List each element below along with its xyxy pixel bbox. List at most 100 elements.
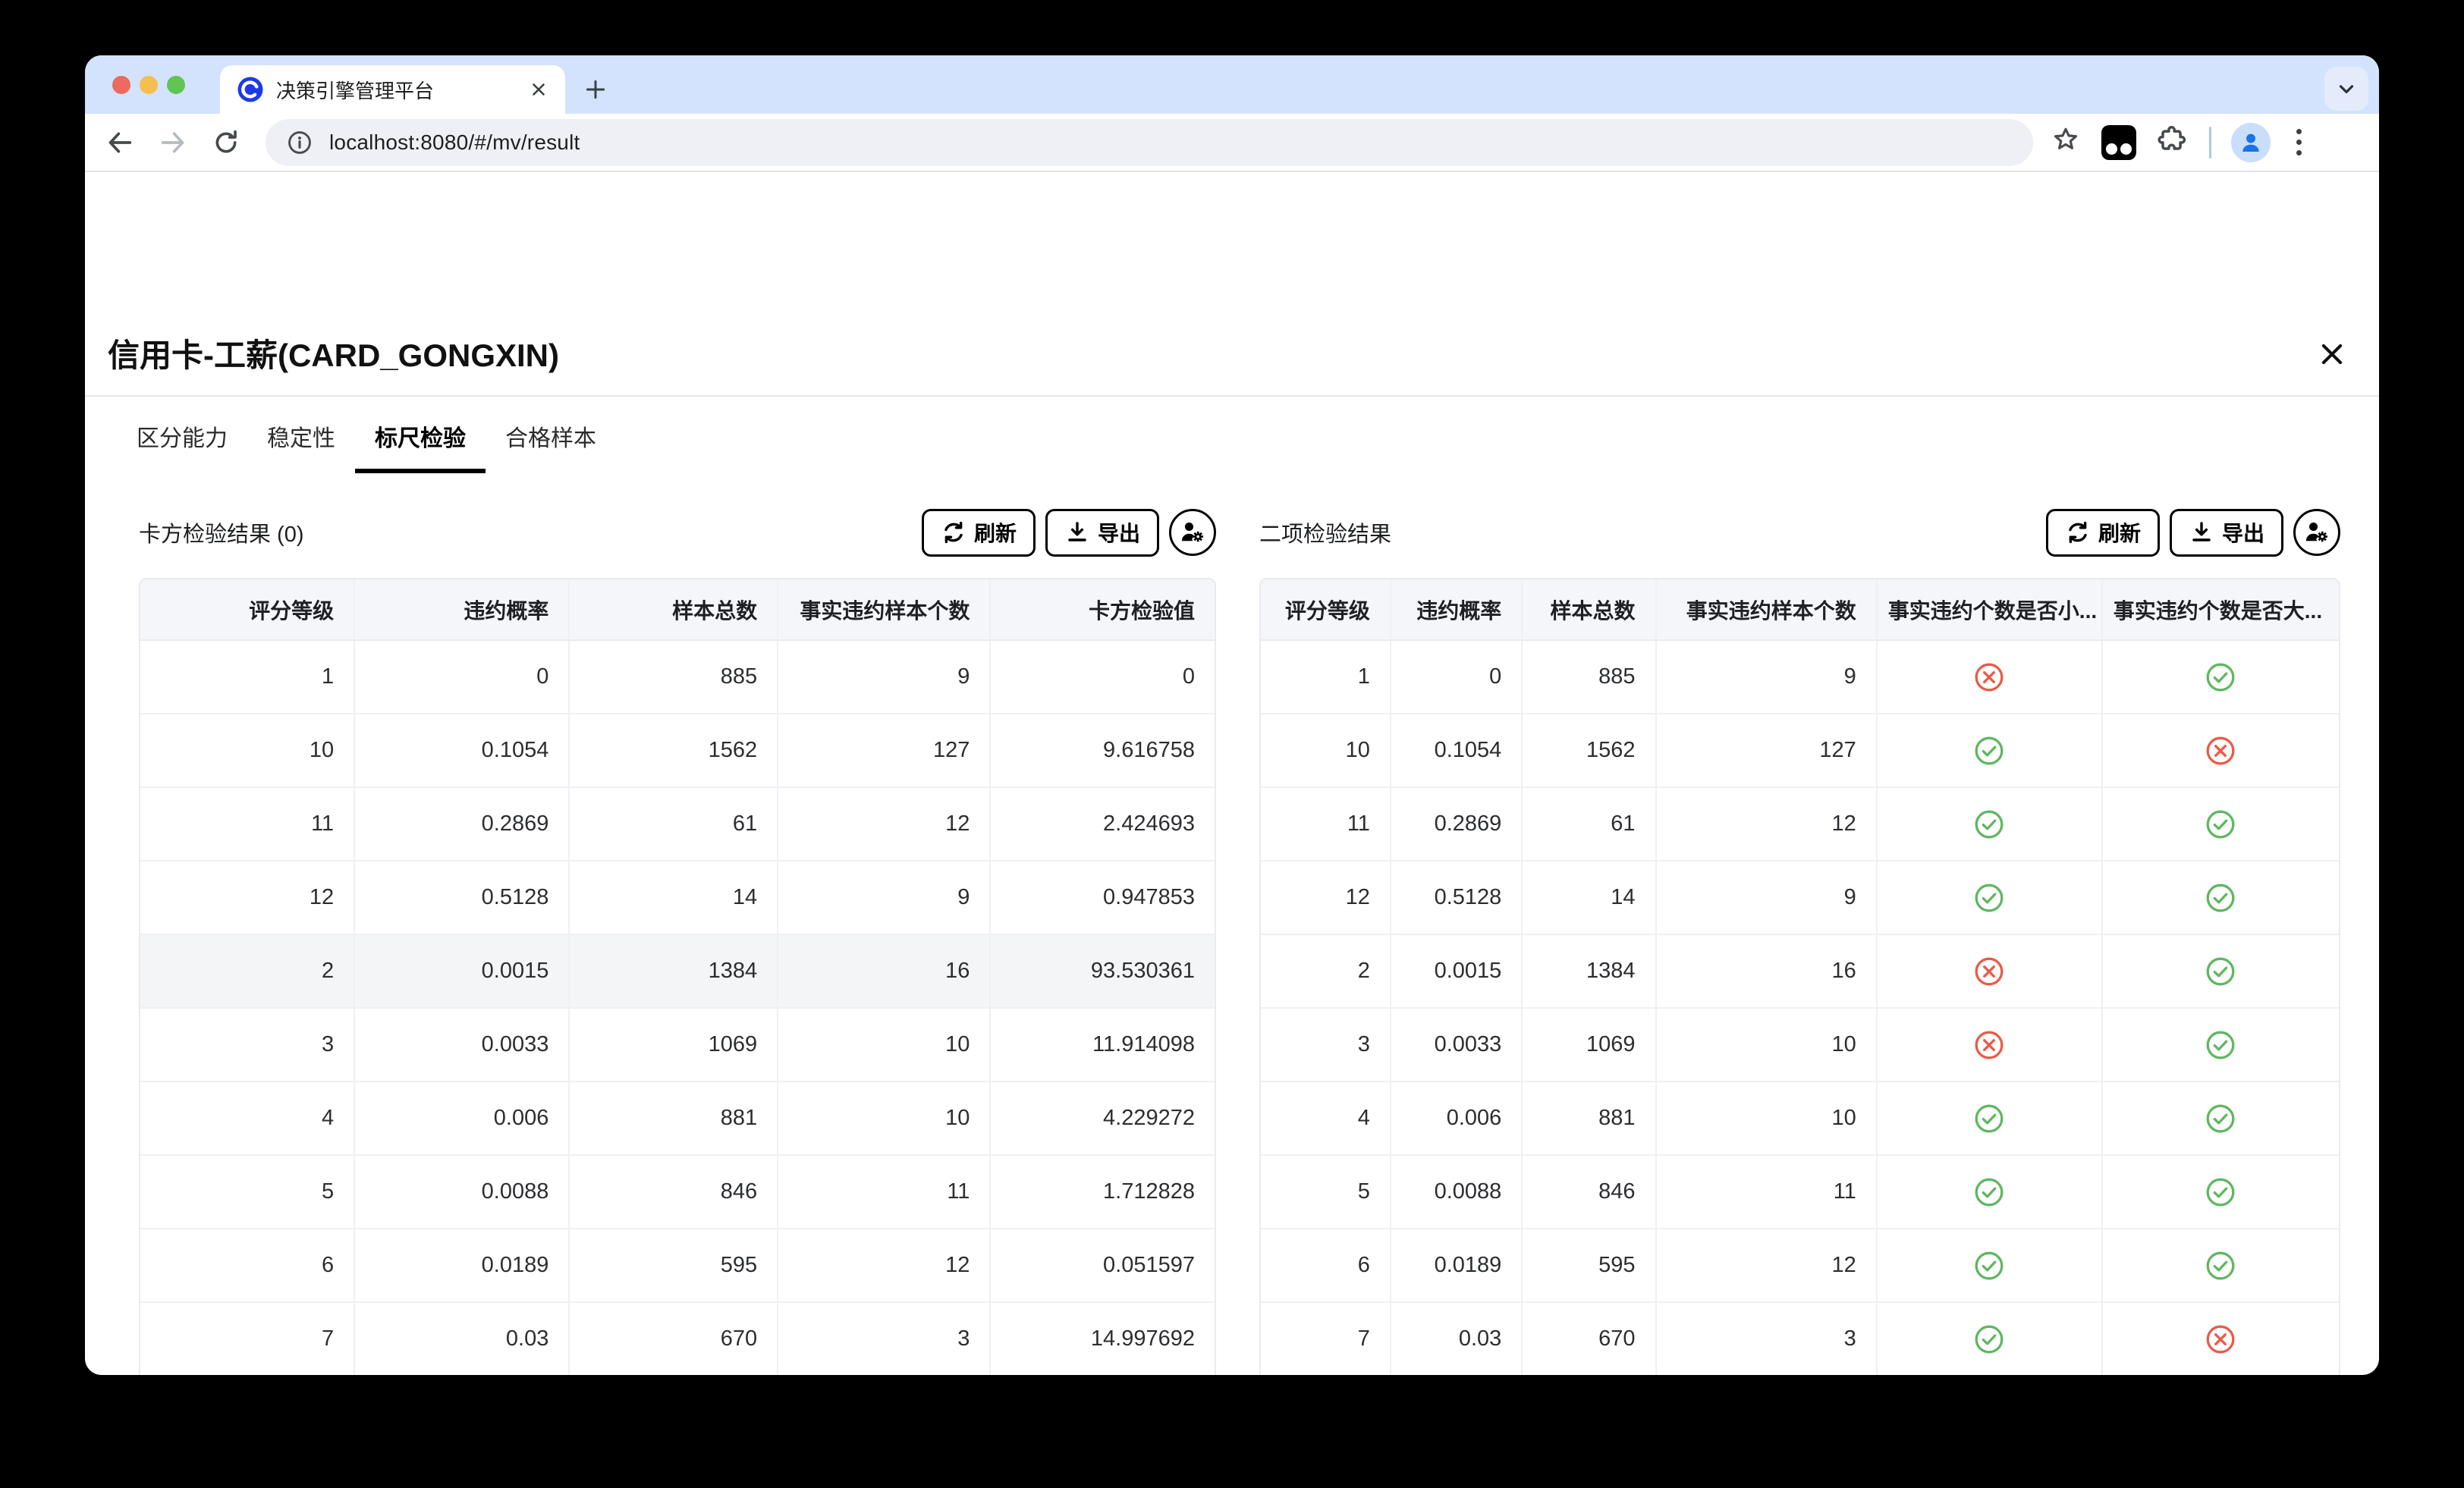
- table-cell: 1384: [570, 935, 778, 1009]
- table-row[interactable]: 100.105415621279.616758: [140, 714, 1215, 788]
- column-header: 事实违约样本个数: [1657, 579, 1878, 641]
- table-cell: 9: [778, 862, 991, 935]
- column-settings-button[interactable]: [1169, 509, 1216, 556]
- table-cell: 12: [140, 862, 355, 935]
- tab-2[interactable]: 标尺检验: [355, 403, 486, 473]
- reload-button[interactable]: [205, 121, 247, 164]
- table-cell: 595: [570, 1229, 778, 1303]
- table-cell: 0.5128: [355, 862, 570, 935]
- check-circle-icon: [2103, 788, 2339, 862]
- table-cell: 11: [140, 788, 355, 862]
- table-row[interactable]: 50.008884611: [1261, 1156, 2339, 1229]
- back-button[interactable]: [99, 121, 141, 164]
- table-cell: 10: [140, 714, 355, 788]
- table-cell: 10: [778, 1082, 991, 1156]
- table-cell: 1069: [570, 1009, 778, 1082]
- table-cell: 12: [1261, 862, 1391, 935]
- table-cell: 1.712828: [991, 1156, 1215, 1229]
- table-row[interactable]: 60.018959512: [1261, 1229, 2339, 1303]
- browser-tabstrip: 决策引擎管理平台: [85, 55, 2379, 114]
- url-bar[interactable]: localhost:8080/#/mv/result: [266, 119, 2033, 166]
- table-cell: 3: [140, 1009, 355, 1082]
- browser-window: 决策引擎管理平台 localhost:8080/#/mv/result: [85, 55, 2379, 1375]
- table-row[interactable]: 70.036703: [1261, 1303, 2339, 1375]
- browser-tab[interactable]: 决策引擎管理平台: [220, 65, 565, 114]
- table-row[interactable]: 40.00688110: [1261, 1082, 2339, 1156]
- table-row[interactable]: 120.5128149: [1261, 862, 2339, 935]
- table-cell: 9: [1657, 641, 1878, 714]
- table-row[interactable]: 110.28696112: [1261, 788, 2339, 862]
- table-cell: 0.006: [355, 1082, 570, 1156]
- browser-menu-icon[interactable]: [2290, 126, 2308, 159]
- table-cell: 4.229272: [991, 1082, 1215, 1156]
- tab-1[interactable]: 稳定性: [247, 403, 355, 473]
- table-row[interactable]: 100.10541562127: [1261, 714, 2339, 788]
- table-row[interactable]: 20.001513841693.530361: [140, 935, 1215, 1009]
- refresh-icon: [2065, 520, 2091, 545]
- column-settings-button[interactable]: [2293, 509, 2340, 556]
- chi-square-table: 评分等级违约概率样本总数事实违约样本个数卡方检验值1088590100.1054…: [139, 578, 1216, 1375]
- tab-0[interactable]: 区分能力: [117, 403, 247, 473]
- table-cell: 0.0033: [355, 1009, 570, 1082]
- section-title: 卡方检验结果 (0): [139, 516, 304, 548]
- table-cell: 595: [1523, 1229, 1656, 1303]
- table-cell: 0: [355, 641, 570, 714]
- table-row[interactable]: 50.0088846111.712828: [140, 1156, 1215, 1229]
- table-row[interactable]: 108859: [1261, 641, 2339, 714]
- check-circle-icon: [1878, 1229, 2103, 1303]
- bookmark-star-icon[interactable]: [2050, 124, 2082, 160]
- table-row[interactable]: 60.0189595120.051597: [140, 1229, 1215, 1303]
- table-cell: 881: [1523, 1082, 1656, 1156]
- maximize-window-button[interactable]: [167, 76, 185, 94]
- table-row[interactable]: 120.51281490.947853: [140, 862, 1215, 935]
- table-cell: 11: [1261, 788, 1391, 862]
- extension-app-icon[interactable]: [2101, 125, 2136, 160]
- table-cell: 0.051597: [991, 1229, 1215, 1303]
- table-cell: 10: [1261, 714, 1391, 788]
- table-cell: 0.1054: [355, 714, 570, 788]
- check-circle-icon: [1878, 862, 2103, 935]
- forward-button[interactable]: [152, 121, 194, 164]
- refresh-button[interactable]: 刷新: [922, 509, 1036, 557]
- tab-search-chevron-button[interactable]: [2324, 67, 2368, 111]
- minimize-window-button[interactable]: [140, 76, 158, 94]
- table-cell: 1: [140, 641, 355, 714]
- column-header: 违约概率: [1391, 579, 1523, 641]
- tab-close-icon[interactable]: [526, 77, 552, 102]
- new-tab-button[interactable]: [577, 71, 614, 108]
- table-cell: 12: [1657, 788, 1878, 862]
- site-info-icon[interactable]: [287, 130, 313, 155]
- table-row[interactable]: 30.0033106910: [1261, 1009, 2339, 1082]
- table-cell: 14: [1523, 862, 1656, 935]
- binomial-table: 评分等级违约概率样本总数事实违约样本个数事实违约个数是否小...事实违约个数是否…: [1259, 578, 2340, 1375]
- tab-3[interactable]: 合格样本: [486, 403, 616, 473]
- table-row[interactable]: 70.03670314.997692: [140, 1303, 1215, 1375]
- table-cell: 0.03: [355, 1303, 570, 1375]
- table-cell: 0.03: [1391, 1303, 1523, 1375]
- export-button[interactable]: 导出: [1045, 509, 1159, 557]
- refresh-button[interactable]: 刷新: [2046, 509, 2160, 557]
- extensions-puzzle-icon[interactable]: [2156, 124, 2189, 161]
- table-cell: 11.914098: [991, 1009, 1215, 1082]
- column-header: 违约概率: [355, 579, 570, 641]
- table-row[interactable]: 30.003310691011.914098: [140, 1009, 1215, 1082]
- table-row[interactable]: 110.286961122.424693: [140, 788, 1215, 862]
- chi-square-section: 卡方检验结果 (0) 刷新 导出 评分等级违约概率样本总数事实: [139, 504, 1216, 1375]
- close-circle-icon: [1878, 641, 2103, 714]
- table-row[interactable]: 20.0015138416: [1261, 935, 2339, 1009]
- dialog-close-icon[interactable]: [2315, 337, 2349, 371]
- page-tabs: 区分能力稳定性标尺检验合格样本: [117, 403, 616, 473]
- close-window-button[interactable]: [112, 76, 130, 94]
- table-cell: 16: [1657, 935, 1878, 1009]
- site-favicon-icon: [237, 76, 264, 103]
- table-row[interactable]: 1088590: [140, 641, 1215, 714]
- url-text: localhost:8080/#/mv/result: [329, 130, 580, 155]
- column-header: 事实违约个数是否大...: [2103, 579, 2339, 641]
- table-row[interactable]: 40.006881104.229272: [140, 1082, 1215, 1156]
- export-button[interactable]: 导出: [2170, 509, 2283, 557]
- profile-avatar[interactable]: [2231, 123, 2271, 162]
- download-icon: [1064, 520, 1090, 545]
- table-cell: 885: [570, 641, 778, 714]
- table-cell: 9: [778, 641, 991, 714]
- table-cell: 1069: [1523, 1009, 1656, 1082]
